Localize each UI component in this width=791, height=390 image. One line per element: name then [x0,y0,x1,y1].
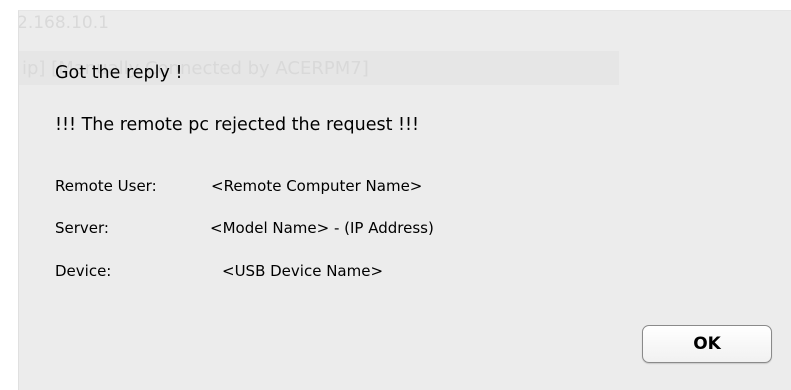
device-label: Device: [55,262,112,280]
remote-user-label: Remote User: [55,177,157,195]
device-value: <USB Device Name> [222,262,384,280]
dialog-message: !!! The remote pc rejected the request !… [55,115,420,135]
server-value: <Model Name> - (IP Address) [210,219,434,237]
server-label: Server: [55,219,109,237]
dialog-title: Got the reply ! [55,63,183,83]
ok-button[interactable]: OK [642,325,772,363]
remote-user-value: <Remote Computer Name> [211,177,423,195]
alert-dialog: 2.168.10.1 ip] [Manually Connected by AC… [18,10,791,390]
background-ip-text: 2.168.10.1 [18,13,109,33]
